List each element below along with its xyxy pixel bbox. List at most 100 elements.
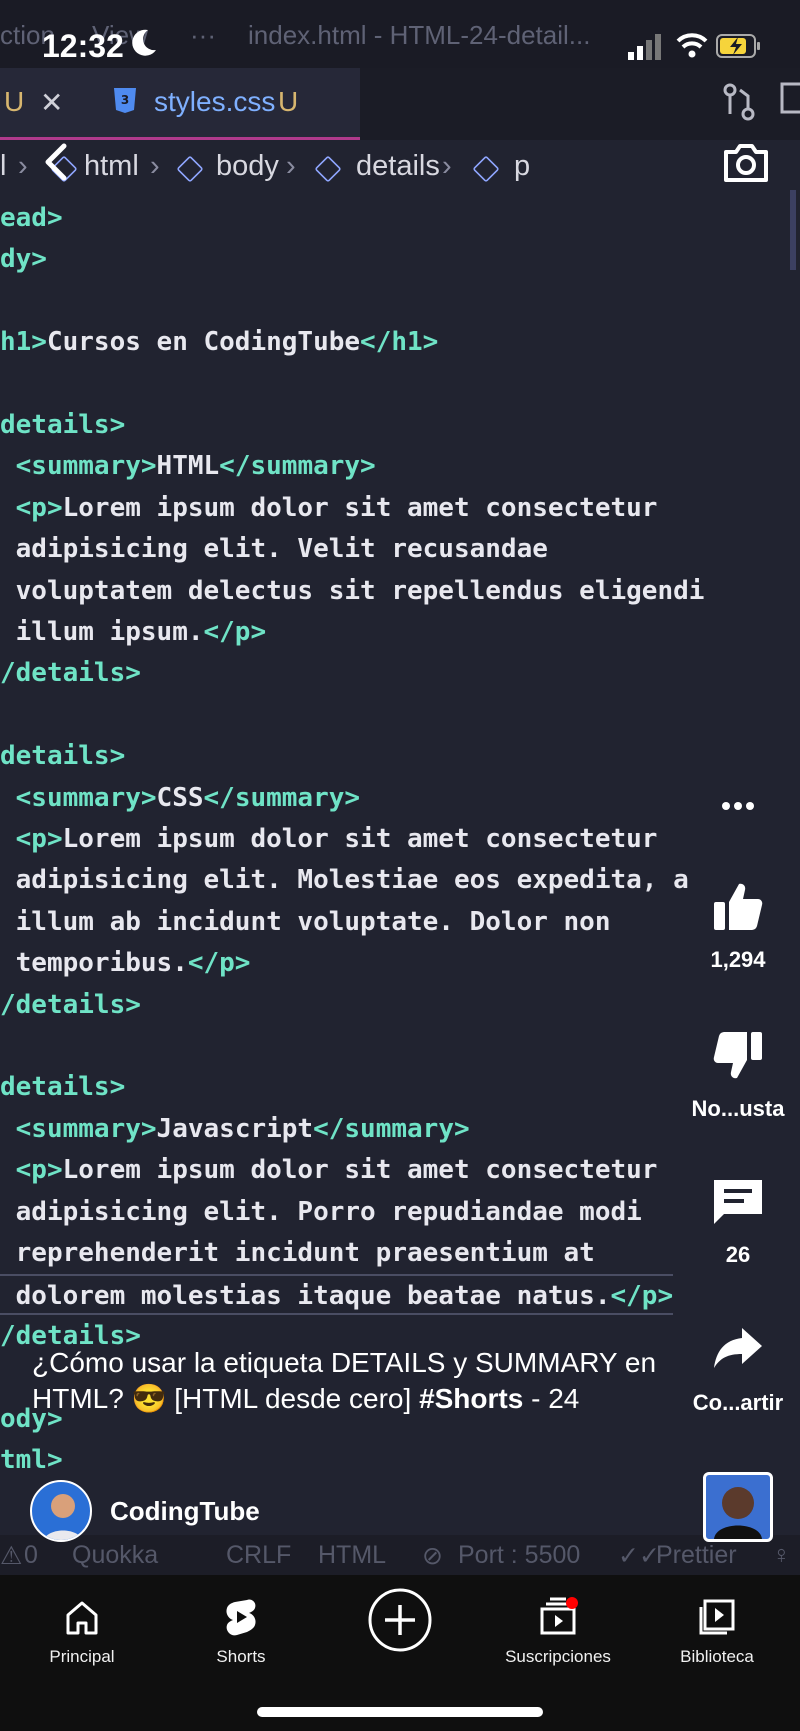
breadcrumb-item: body: [216, 150, 279, 182]
nav-subscriptions[interactable]: Suscripciones: [478, 1587, 638, 1677]
code-tag: details>: [0, 1072, 126, 1103]
short-title[interactable]: ¿Cómo usar la etiqueta DETAILS y SUMMARY…: [32, 1345, 672, 1417]
eol-status: CRLF: [226, 1541, 292, 1569]
home-icon: [66, 1601, 98, 1635]
short-video-player[interactable]: ction View ··· index.html - HTML-24-deta…: [0, 0, 800, 1575]
port-status: Port : 5500: [458, 1541, 581, 1569]
code-tag: <p>: [15, 824, 63, 854]
code-line: reprehenderit incidunt praesentium at: [0, 1233, 595, 1274]
breadcrumb-item: details: [356, 150, 440, 182]
code-closing-tag: </summary>: [313, 1113, 470, 1144]
code-tag: details>: [0, 410, 126, 440]
code-text: voluptatem delectus sit repellendus elig…: [15, 575, 705, 606]
code-line: adipisicing elit. Velit recusandae: [0, 529, 548, 570]
back-button[interactable]: [40, 142, 70, 187]
breadcrumb-item: html: [84, 150, 139, 182]
create-button[interactable]: [320, 1587, 480, 1677]
code-text: adipisicing elit. Porro repudiandae modi: [15, 1196, 642, 1227]
editor-status-bar: ⚠ 0 Quokka CRLF HTML ⊘ Port : 5500 ✓✓ Pr…: [0, 1535, 800, 1575]
code-text: illum ipsum.: [15, 617, 204, 647]
code-tag: <p>: [15, 492, 63, 523]
camera-button[interactable]: [722, 142, 770, 189]
nav-home[interactable]: Principal: [2, 1587, 162, 1677]
no-entry-icon: ⊘: [422, 1542, 443, 1570]
title-suffix: - 24: [523, 1383, 580, 1414]
code-line: /details>: [0, 653, 141, 694]
add-icon: [368, 1588, 432, 1652]
breadcrumb: l › html › body › details › p: [0, 140, 800, 196]
code-line: ead>: [0, 198, 63, 239]
code-tag: <p>: [15, 1155, 63, 1186]
subscriptions-icon: [540, 1597, 578, 1635]
code-line: details>: [0, 1067, 125, 1108]
code-line: dolorem molestias itaque beatae natus.</…: [0, 1274, 674, 1316]
code-tag: ead>: [0, 203, 63, 233]
channel-name[interactable]: CodingTube: [110, 1496, 260, 1527]
shorts-icon: [226, 1599, 256, 1636]
code-line: <p>Lorem ipsum dolor sit amet consectetu…: [0, 819, 658, 860]
language-status: HTML: [318, 1541, 387, 1569]
wifi-icon: [676, 32, 708, 63]
like-count: 1,294: [710, 947, 766, 972]
dislike-button[interactable]: [712, 1030, 764, 1087]
home-indicator: [257, 1707, 543, 1717]
element-icon: [176, 155, 204, 189]
code-line: <summary>Javascript</summary>: [0, 1109, 470, 1150]
like-button[interactable]: [712, 880, 764, 937]
check-icon: ✓✓: [618, 1542, 660, 1570]
code-tag: tml>: [0, 1445, 63, 1475]
element-icon: [314, 155, 342, 189]
code-line: <summary>HTML</summary>: [0, 446, 376, 487]
element-icon: [472, 155, 500, 189]
code-tag: h1>: [0, 327, 47, 358]
chevron-right-icon: ›: [286, 150, 296, 182]
sound-thumbnail[interactable]: [703, 1472, 773, 1542]
breadcrumb-item: l: [0, 150, 7, 182]
shorts-hashtag[interactable]: #Shorts: [419, 1383, 523, 1414]
code-line: voluptatem delectus sit repellendus elig…: [0, 571, 705, 612]
code-line: illum ipsum.</p>: [0, 612, 266, 653]
code-closing-tag: </p>: [203, 617, 267, 647]
code-line: adipisicing elit. Molestiae eos expedita…: [0, 860, 689, 901]
code-line: <p>Lorem ipsum dolor sit amet consectetu…: [0, 1150, 658, 1191]
nav-library[interactable]: Biblioteca: [637, 1587, 797, 1677]
nav-shorts[interactable]: Shorts: [161, 1587, 321, 1677]
code-line: illum ab incidunt voluptate. Dolor non: [0, 902, 611, 943]
code-tag: dy>: [0, 244, 47, 275]
code-line: temporibus.</p>: [0, 943, 251, 984]
chevron-right-icon: ›: [18, 150, 28, 182]
scrollbar: [790, 190, 796, 270]
clock: 12:32: [42, 28, 124, 64]
code-tag: <summary>: [15, 451, 157, 482]
breadcrumb-item: p: [514, 150, 531, 182]
code-text: dolorem molestias itaque beatae natus.: [15, 1281, 611, 1312]
code-text: Lorem ipsum dolor sit amet consectetur: [62, 824, 658, 854]
code-line: details>: [0, 405, 125, 446]
code-tag: <summary>: [15, 782, 157, 813]
phone-status-bar: 12:32: [0, 0, 800, 96]
share-button[interactable]: [712, 1326, 764, 1375]
code-text: adipisicing elit. Velit recusandae: [15, 534, 548, 565]
avatar[interactable]: [30, 1480, 92, 1542]
comments-button[interactable]: [712, 1176, 764, 1233]
more-options-button[interactable]: [720, 796, 756, 821]
nav-label: Shorts: [216, 1647, 266, 1666]
share-label: Co...artir: [692, 1390, 784, 1415]
code-closing-tag: </summary>: [219, 451, 376, 482]
code-tag: /details>: [0, 658, 141, 689]
code-line: /details>: [0, 985, 141, 1026]
signal-icon: [628, 32, 664, 65]
